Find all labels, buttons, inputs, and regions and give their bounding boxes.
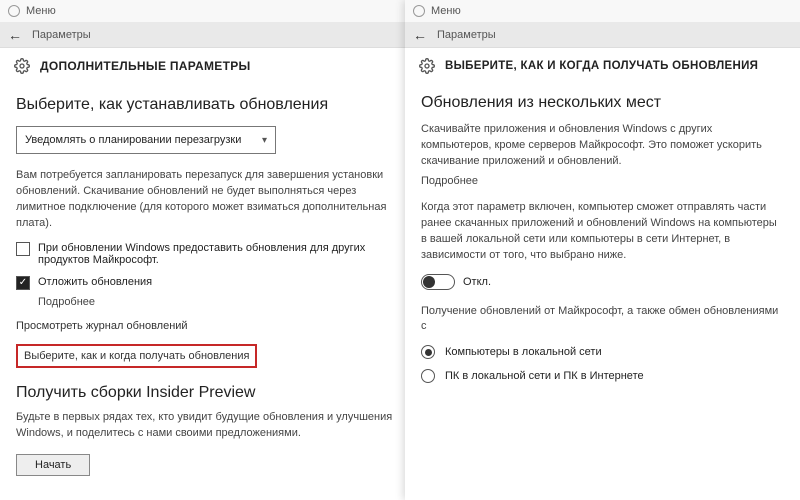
defer-more-link[interactable]: Подробнее [38, 296, 404, 308]
choose-delivery-link[interactable]: Выберите, как и когда получать обновлени… [16, 344, 404, 368]
radio-unselected-icon [421, 369, 435, 383]
window-title: Меню [26, 5, 56, 17]
multi-source-title: Обновления из нескольких мест [421, 94, 784, 112]
page-header: ДОПОЛНИТЕЛЬНЫЕ ПАРАМЕТРЫ [0, 48, 420, 80]
page-title: ДОПОЛНИТЕЛЬНЫЕ ПАРАМЕТРЫ [40, 59, 251, 73]
dropdown-value: Уведомлять о планировании перезагрузки [25, 134, 241, 146]
install-mode-dropdown[interactable]: Уведомлять о планировании перезагрузки ▾ [16, 126, 276, 154]
nav-row: ← Параметры [0, 22, 420, 48]
page-title: ВЫБЕРИТЕ, КАК И КОГДА ПОЛУЧАТЬ ОБНОВЛЕНИ… [445, 60, 758, 72]
multi-source-description: Скачивайте приложения и обновления Windo… [421, 122, 784, 170]
radio-lan-row[interactable]: Компьютеры в локальной сети [421, 345, 784, 359]
share-with-text: Получение обновлений от Майкрософт, а та… [421, 304, 784, 336]
multi-source-detail: Когда этот параметр включен, компьютер с… [421, 200, 784, 264]
breadcrumb[interactable]: Параметры [437, 29, 496, 41]
history-link[interactable]: Просмотреть журнал обновлений [16, 320, 404, 332]
toggle-knob-icon [423, 276, 435, 288]
delivery-toggle[interactable] [421, 274, 455, 290]
page-body: Выберите, как устанавливать обновления У… [0, 80, 420, 488]
window-title: Меню [431, 5, 461, 17]
back-icon[interactable]: ← [8, 27, 22, 43]
install-description: Вам потребуется запланировать перезапуск… [16, 168, 404, 232]
radio-selected-icon [421, 345, 435, 359]
insider-start-button[interactable]: Начать [16, 454, 90, 476]
checkbox-unchecked-icon [16, 242, 30, 256]
checkbox-other-products-row[interactable]: При обновлении Windows предоставить обно… [16, 242, 404, 266]
back-icon[interactable]: ← [413, 27, 427, 43]
page-body: Обновления из нескольких мест Скачивайте… [405, 80, 800, 405]
radio-internet-row[interactable]: ПК в локальной сети и ПК в Интернете [421, 369, 784, 383]
gear-icon [14, 58, 30, 74]
settings-delivery-pane: Меню ← Параметры ВЫБЕРИТЕ, КАК И КОГДА П… [405, 0, 800, 500]
radio-label: ПК в локальной сети и ПК в Интернете [445, 370, 644, 382]
insider-title: Получить сборки Insider Preview [16, 384, 404, 402]
radio-label: Компьютеры в локальной сети [445, 346, 602, 358]
breadcrumb[interactable]: Параметры [32, 29, 91, 41]
checkbox-defer-row[interactable]: ✓ Отложить обновления [16, 276, 404, 290]
chevron-down-icon: ▾ [262, 135, 267, 146]
insider-description: Будьте в первых рядах тех, кто увидит бу… [16, 410, 404, 442]
window-titlebar: Меню [0, 0, 420, 22]
toggle-row: Откл. [421, 274, 784, 290]
page-header: ВЫБЕРИТЕ, КАК И КОГДА ПОЛУЧАТЬ ОБНОВЛЕНИ… [405, 48, 800, 80]
checkbox-checked-icon: ✓ [16, 276, 30, 290]
install-section-title: Выберите, как устанавливать обновления [16, 96, 404, 114]
window-titlebar: Меню [405, 0, 800, 22]
app-icon [8, 5, 20, 17]
nav-row: ← Параметры [405, 22, 800, 48]
toggle-label: Откл. [463, 276, 491, 288]
highlight-box: Выберите, как и когда получать обновлени… [16, 344, 257, 368]
gear-icon [419, 58, 435, 74]
app-icon [413, 5, 425, 17]
checkbox-label: При обновлении Windows предоставить обно… [38, 242, 404, 266]
more-link[interactable]: Подробнее [421, 174, 784, 190]
settings-advanced-pane: Меню ← Параметры ДОПОЛНИТЕЛЬНЫЕ ПАРАМЕТР… [0, 0, 420, 500]
checkbox-label: Отложить обновления [38, 276, 152, 288]
